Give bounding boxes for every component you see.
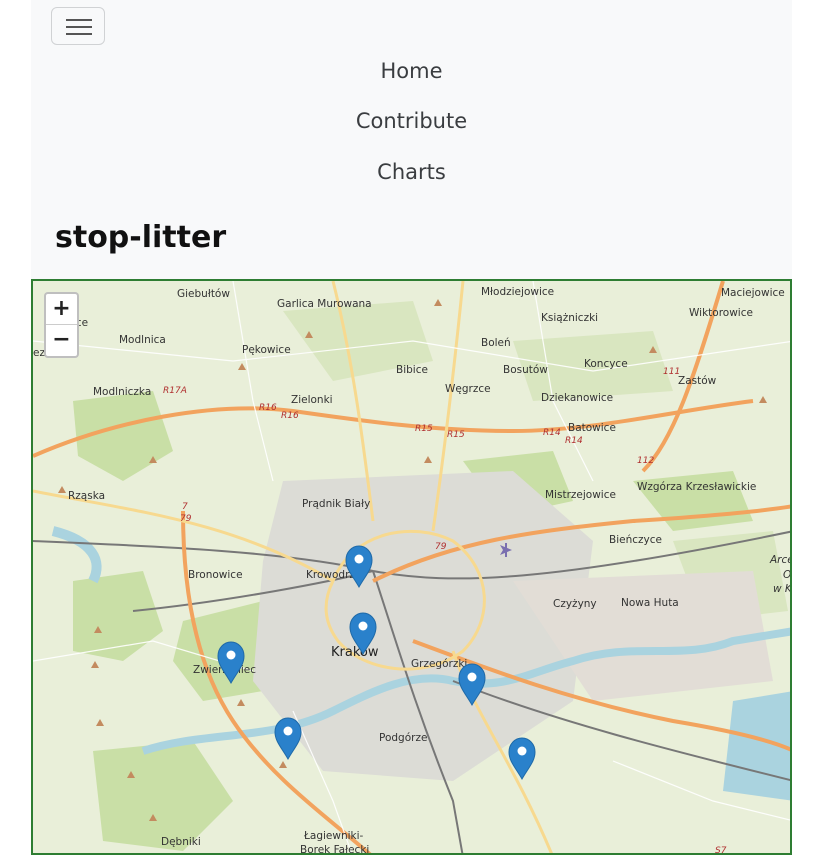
svg-text:Zastów: Zastów: [678, 375, 717, 387]
nav-link-home[interactable]: Home: [31, 59, 792, 83]
svg-text:Bieńczyce: Bieńczyce: [609, 534, 662, 546]
svg-text:Boleń: Boleń: [481, 337, 511, 349]
svg-text:Nowa Huta: Nowa Huta: [621, 597, 679, 609]
navbar-toggler-button[interactable]: [51, 7, 105, 45]
hamburger-icon: [66, 19, 92, 21]
svg-text:Modlnica: Modlnica: [119, 334, 166, 346]
svg-text:Bibice: Bibice: [396, 364, 428, 376]
svg-text:Czyżyny: Czyżyny: [553, 598, 597, 610]
svg-text:R16: R16: [281, 411, 299, 421]
zoom-control: + −: [44, 292, 79, 358]
svg-text:Dębniki: Dębniki: [161, 836, 201, 848]
svg-text:Zielonki: Zielonki: [291, 394, 333, 406]
svg-text:Bosutów: Bosutów: [503, 364, 548, 376]
svg-text:Pękowice: Pękowice: [242, 344, 291, 356]
svg-text:Podgórze: Podgórze: [379, 732, 427, 744]
svg-text:R14: R14: [543, 428, 561, 438]
zoom-in-button[interactable]: +: [46, 294, 77, 325]
map-lake: [51, 526, 102, 584]
svg-text:Grzegórzki: Grzegórzki: [411, 658, 467, 670]
svg-text:R17A: R17A: [163, 386, 187, 396]
zoom-out-button[interactable]: −: [46, 325, 77, 355]
svg-text:Węgrzce: Węgrzce: [445, 383, 491, 395]
svg-text:Książniczki: Książniczki: [541, 312, 598, 324]
svg-text:R14: R14: [565, 436, 583, 446]
svg-text:Garlica Murowana: Garlica Murowana: [277, 298, 372, 310]
svg-text:7: 7: [182, 502, 188, 512]
nav-link-contribute[interactable]: Contribute: [31, 109, 792, 133]
svg-text:Kraków: Kraków: [331, 645, 379, 660]
svg-text:Wzgórza Krzesławickie: Wzgórza Krzesławickie: [637, 481, 756, 493]
svg-text:Bronowice: Bronowice: [188, 569, 243, 581]
svg-text:R15: R15: [415, 424, 433, 434]
nav-link-charts[interactable]: Charts: [31, 160, 792, 184]
svg-text:Młodziejowice: Młodziejowice: [481, 286, 554, 298]
svg-text:79: 79: [435, 542, 447, 552]
svg-text:Koncyce: Koncyce: [584, 358, 628, 370]
svg-text:R16: R16: [259, 403, 277, 413]
svg-text:R15: R15: [447, 430, 465, 440]
svg-text:Maciejowice: Maciejowice: [721, 287, 785, 299]
svg-text:Rząska: Rząska: [68, 490, 105, 502]
hamburger-icon-bar: [66, 33, 92, 35]
svg-text:w K: w K: [773, 583, 792, 595]
svg-text:Mistrzejowice: Mistrzejowice: [545, 489, 616, 501]
page-container: Home Contribute Charts stop-litter R17A …: [31, 0, 792, 855]
svg-text:S7: S7: [715, 846, 727, 855]
svg-text:Borek Fałęcki: Borek Fałęcki: [300, 844, 369, 855]
svg-text:Wiktorowice: Wiktorowice: [689, 307, 753, 319]
svg-text:Arce: Arce: [769, 554, 792, 566]
hamburger-icon-bar: [66, 26, 92, 28]
svg-text:Prądnik Biały: Prądnik Biały: [302, 498, 370, 510]
svg-text:O: O: [783, 569, 791, 581]
svg-text:112: 112: [637, 456, 654, 466]
svg-text:Modlniczka: Modlniczka: [93, 386, 151, 398]
svg-text:Dziekanowice: Dziekanowice: [541, 392, 613, 404]
svg-text:79: 79: [180, 514, 192, 524]
svg-text:Łagiewniki-: Łagiewniki-: [303, 830, 364, 842]
svg-text:Batowice: Batowice: [568, 422, 616, 434]
map-tiles: R17A R16 R16 R15 R15 R14 R14 111 112 7 7…: [33, 281, 792, 855]
svg-text:Giebułtów: Giebułtów: [177, 288, 230, 300]
brand-title: stop-litter: [55, 220, 227, 255]
map-view[interactable]: R17A R16 R16 R15 R15 R14 R14 111 112 7 7…: [31, 279, 792, 855]
